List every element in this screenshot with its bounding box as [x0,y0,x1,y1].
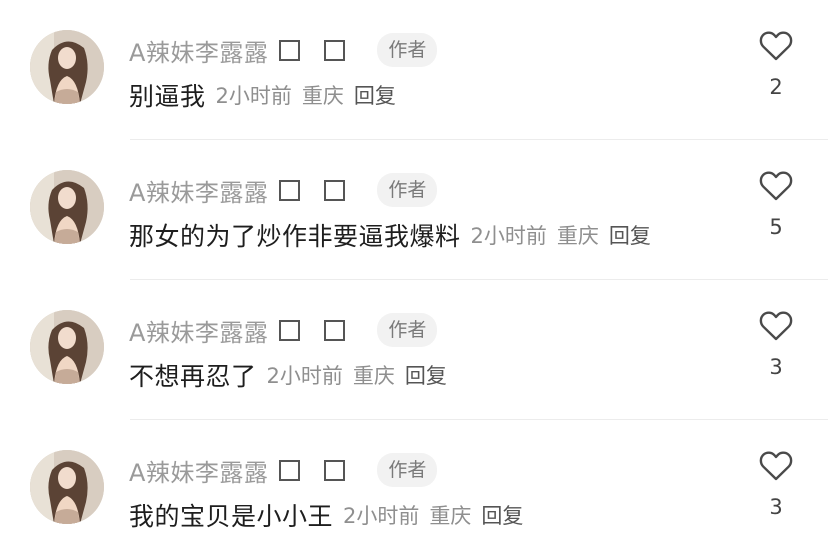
username[interactable]: A辣妹李露露 [129,173,268,208]
reply-button[interactable]: 回复 [481,500,523,530]
like-count: 3 [769,495,783,519]
like-count: 3 [769,355,783,379]
like-count: 2 [769,75,783,99]
author-tag: 作者 [377,173,438,207]
reply-button[interactable]: 回复 [405,360,447,390]
like-count: 5 [769,215,783,239]
heart-outline-icon [759,451,793,481]
empty-square-icon [279,459,301,481]
empty-square-icon [324,319,346,341]
comment-time: 2小时前 [266,364,343,388]
comment-location: 重庆 [352,364,395,388]
like-button[interactable]: 5 [745,170,807,239]
author-tag: 作者 [377,33,438,67]
comment-location: 重庆 [301,84,344,108]
empty-square-icon [324,39,346,61]
comment-item: A辣妹李露露 作者 不想再忍了 2小时前 重庆 回复 3 [0,280,828,420]
username[interactable]: A辣妹李露露 [129,33,268,68]
empty-square-icon [279,319,301,341]
comment-location: 重庆 [429,504,472,528]
comment-time: 2小时前 [470,224,547,248]
comment-text: 我的宝贝是小小王 [129,502,334,531]
comment-list: A辣妹李露露 作者 别逼我 2小时前 重庆 回复 2 A辣妹李露露 作者 那女的… [0,0,828,560]
author-tag: 作者 [377,453,438,487]
empty-square-icon [324,179,346,201]
heart-outline-icon [759,31,793,61]
username[interactable]: A辣妹李露露 [129,453,268,488]
comment-location: 重庆 [556,224,599,248]
avatar[interactable] [30,450,104,524]
avatar[interactable] [30,170,104,244]
comment-text: 那女的为了炒作非要逼我爆料 [129,222,461,251]
comment-header: A辣妹李露露 作者 [129,452,438,488]
comment-body: 别逼我 2小时前 重庆 回复 [129,77,396,113]
like-button[interactable]: 2 [745,30,807,99]
empty-square-icon [279,39,301,61]
heart-outline-icon [759,171,793,201]
reply-button[interactable]: 回复 [609,220,651,250]
comment-header: A辣妹李露露 作者 [129,32,438,68]
comment-text: 不想再忍了 [129,362,257,391]
empty-square-icon [324,459,346,481]
heart-outline-icon [759,311,793,341]
comment-item: A辣妹李露露 作者 我的宝贝是小小王 2小时前 重庆 回复 3 [0,420,828,560]
comment-time: 2小时前 [215,84,292,108]
comment-header: A辣妹李露露 作者 [129,312,438,348]
author-tag: 作者 [377,313,438,347]
avatar[interactable] [30,30,104,104]
comment-header: A辣妹李露露 作者 [129,172,438,208]
reply-button[interactable]: 回复 [354,80,396,110]
comment-body: 我的宝贝是小小王 2小时前 重庆 回复 [129,497,523,533]
comment-text: 别逼我 [129,82,206,111]
comment-item: A辣妹李露露 作者 别逼我 2小时前 重庆 回复 2 [0,0,828,140]
comment-body: 那女的为了炒作非要逼我爆料 2小时前 重庆 回复 [129,217,651,253]
avatar[interactable] [30,310,104,384]
comment-body: 不想再忍了 2小时前 重庆 回复 [129,357,447,393]
like-button[interactable]: 3 [745,450,807,519]
like-button[interactable]: 3 [745,310,807,379]
comment-time: 2小时前 [343,504,420,528]
username[interactable]: A辣妹李露露 [129,313,268,348]
comment-item: A辣妹李露露 作者 那女的为了炒作非要逼我爆料 2小时前 重庆 回复 5 [0,140,828,280]
empty-square-icon [279,179,301,201]
